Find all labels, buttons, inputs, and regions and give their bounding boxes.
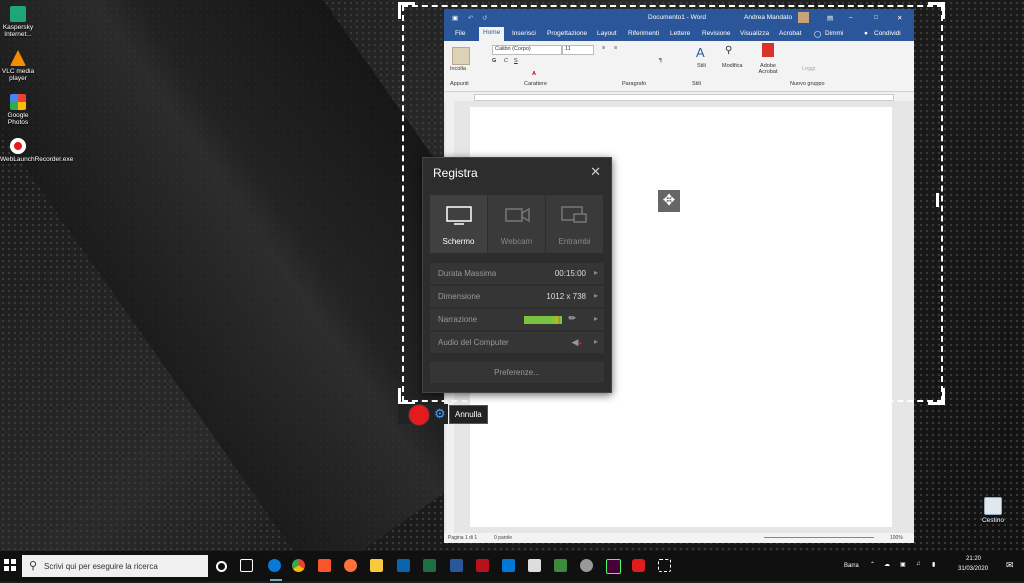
word-count[interactable]: 0 parole	[494, 535, 512, 541]
taskbar-search-input[interactable]: ⚲ Scrivi qui per eseguire la ricerca	[22, 555, 208, 577]
desktop-icon-vlc[interactable]: VLC media player	[0, 50, 36, 82]
monitor-camera-icon	[560, 206, 587, 223]
resize-handle-bottom-right[interactable]	[928, 388, 945, 405]
desktop-icon-weblaunchrecorder[interactable]: WebLaunchRecorder.exe	[0, 138, 73, 163]
resize-handle-top-right[interactable]	[928, 2, 945, 19]
chrome-icon[interactable]	[292, 559, 305, 572]
mode-label: Schermo	[442, 237, 475, 246]
chevron-right-icon: ▸	[593, 337, 598, 346]
recorder-icon	[10, 138, 26, 154]
gear-icon[interactable]: ⚙	[434, 406, 446, 422]
desktop-icon-label: VLC media player	[1, 68, 35, 82]
mode-both[interactable]: Entrambi	[546, 195, 603, 253]
record-button[interactable]	[408, 404, 430, 426]
desktop-icon-label: WebLaunchRecorder.exe	[0, 156, 73, 163]
computer-audio-row[interactable]: Audio del Computer ◀● ▸	[430, 332, 604, 353]
taskbar: ⚲ Scrivi qui per eseguire la ricerca Bar…	[0, 551, 1024, 581]
speaker-muted-icon: ◀●	[571, 337, 582, 347]
panel-header: Registra ✕	[423, 158, 611, 188]
row-label: Narrazione	[438, 315, 478, 324]
zoom-level[interactable]: 100%	[890, 535, 903, 541]
notification-icon[interactable]: ✉	[1006, 560, 1014, 571]
row-value: 00:15:00	[554, 269, 586, 278]
page-count[interactable]: Pagina 1 di 1	[448, 535, 477, 541]
dreamweaver-icon[interactable]	[606, 559, 621, 574]
battery-icon[interactable]: ▮	[932, 561, 935, 568]
panel-title: Registra	[433, 166, 478, 180]
resize-handle-bottom[interactable]	[660, 391, 678, 397]
desktop-icon-recycle-bin[interactable]: Cestino	[976, 497, 1010, 524]
clock-time[interactable]: 21:20	[966, 556, 981, 562]
desktop-icon-google-photos[interactable]: Google Photos	[0, 94, 36, 126]
row-label: Dimensione	[438, 292, 481, 301]
desktop-icon-label: Kaspersky Internet...	[2, 24, 34, 38]
row-value: 1012 x 738	[546, 292, 586, 301]
mode-label: Webcam	[500, 237, 533, 246]
volume-icon[interactable]: ♫	[916, 561, 921, 567]
audio-level-meter	[524, 316, 562, 324]
status-bar: Pagina 1 di 1 0 parole 100%	[444, 533, 914, 543]
mode-selector: Schermo Webcam Entrambi	[430, 195, 604, 253]
firefox-icon[interactable]	[344, 559, 357, 572]
search-placeholder: Scrivi qui per eseguire la ricerca	[44, 562, 158, 571]
mode-webcam[interactable]: Webcam	[488, 195, 545, 253]
brave-icon[interactable]	[318, 559, 331, 572]
google-photos-icon	[10, 94, 26, 110]
search-icon: ⚲	[29, 560, 38, 572]
chevron-up-icon[interactable]: ⌃	[870, 561, 875, 568]
snipping-tool-icon[interactable]	[658, 559, 671, 572]
network-icon[interactable]: ▣	[900, 561, 906, 568]
max-duration-row[interactable]: Durata Massima 00:15:00 ▸	[430, 263, 604, 284]
zoom-slider[interactable]	[764, 537, 874, 538]
toolbar-label[interactable]: Barra	[844, 563, 859, 569]
mode-label: Entrambi	[558, 237, 591, 246]
size-row[interactable]: Dimensione 1012 x 738 ▸	[430, 286, 604, 307]
screencast-recorder-icon[interactable]	[632, 559, 645, 572]
app-icon[interactable]	[580, 559, 593, 572]
remote-desktop-icon[interactable]	[502, 559, 515, 572]
resize-handle-top-left[interactable]	[398, 2, 415, 19]
file-explorer-icon[interactable]	[370, 559, 383, 572]
kaspersky-icon	[10, 6, 26, 22]
microphone-icon: ✏	[568, 313, 576, 323]
excel-icon[interactable]	[423, 559, 436, 572]
camera-icon	[504, 207, 530, 223]
desktop-icon-label: Google Photos	[7, 112, 29, 126]
cancel-button[interactable]: Annulla	[449, 405, 488, 424]
clock-date[interactable]: 31/03/2020	[958, 566, 988, 572]
filezilla-icon[interactable]	[476, 559, 489, 572]
row-label: Audio del Computer	[438, 338, 509, 347]
notepad-plus-icon[interactable]	[554, 559, 567, 572]
record-toolbar: ⚙ Annulla	[398, 404, 493, 426]
vlc-icon	[10, 50, 26, 66]
record-panel: Registra ✕ Schermo Webcam Entrambi Durat…	[422, 157, 612, 393]
word-icon[interactable]	[450, 559, 463, 572]
calculator-icon[interactable]	[528, 559, 541, 572]
row-label: Durata Massima	[438, 269, 497, 278]
desktop-icon-kaspersky[interactable]: Kaspersky Internet...	[0, 6, 36, 38]
desktop-icon-label: Cestino	[981, 517, 1005, 524]
monitor-icon	[445, 206, 472, 225]
chevron-right-icon: ▸	[593, 314, 598, 323]
preferences-button[interactable]: Preferenze...	[430, 362, 604, 383]
resize-handle-right[interactable]	[936, 193, 939, 207]
task-view-icon[interactable]	[240, 559, 253, 572]
cloud-icon[interactable]: ☁	[884, 561, 890, 568]
outlook-icon[interactable]	[397, 559, 410, 572]
narration-row[interactable]: Narrazione ✏ ▸	[430, 309, 604, 330]
chevron-right-icon: ▸	[593, 291, 598, 300]
chevron-right-icon: ▸	[593, 268, 598, 277]
recycle-bin-icon	[984, 497, 1002, 515]
resize-handle-bottom-left[interactable]	[398, 388, 415, 405]
windows-start-icon[interactable]	[4, 559, 16, 571]
edge-icon[interactable]	[268, 559, 281, 572]
close-icon[interactable]: ✕	[590, 164, 601, 180]
cortana-icon[interactable]	[216, 561, 227, 572]
mode-screen[interactable]: Schermo	[430, 195, 487, 253]
